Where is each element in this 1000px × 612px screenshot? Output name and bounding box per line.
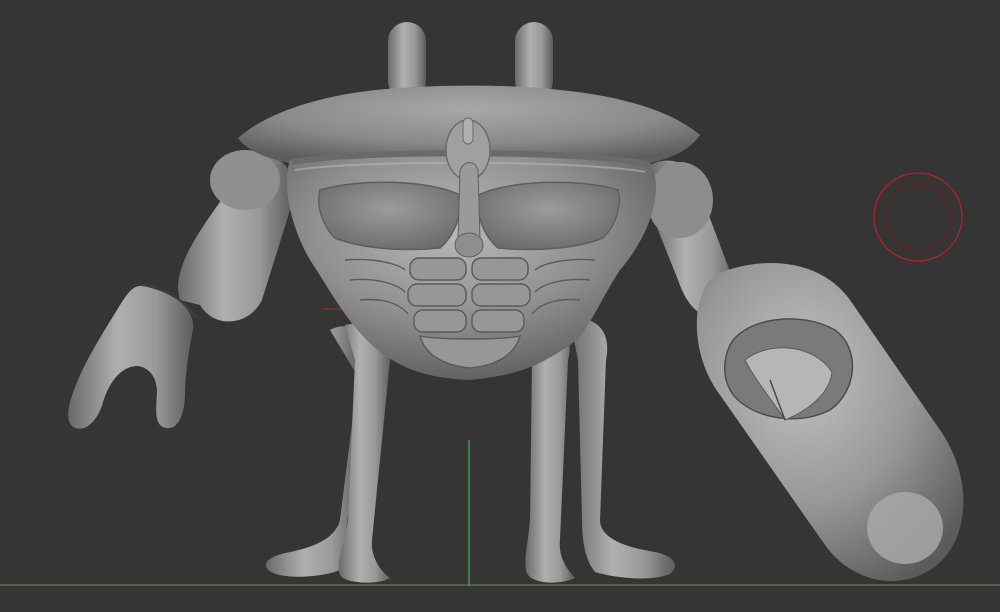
leg-inner-left[interactable] [338,323,391,583]
crab-creature-sculpt[interactable] [68,22,964,583]
leg-outer-right[interactable] [570,319,675,579]
right-chest-plate [476,181,620,251]
brush-cursor-icon [873,172,963,262]
left-arm[interactable] [68,150,294,429]
3d-viewport[interactable] [0,0,1000,612]
right-claw[interactable] [696,263,964,582]
left-hand[interactable] [68,285,194,429]
left-chest-plate [318,181,462,251]
viewport-canvas[interactable] [0,0,1000,612]
